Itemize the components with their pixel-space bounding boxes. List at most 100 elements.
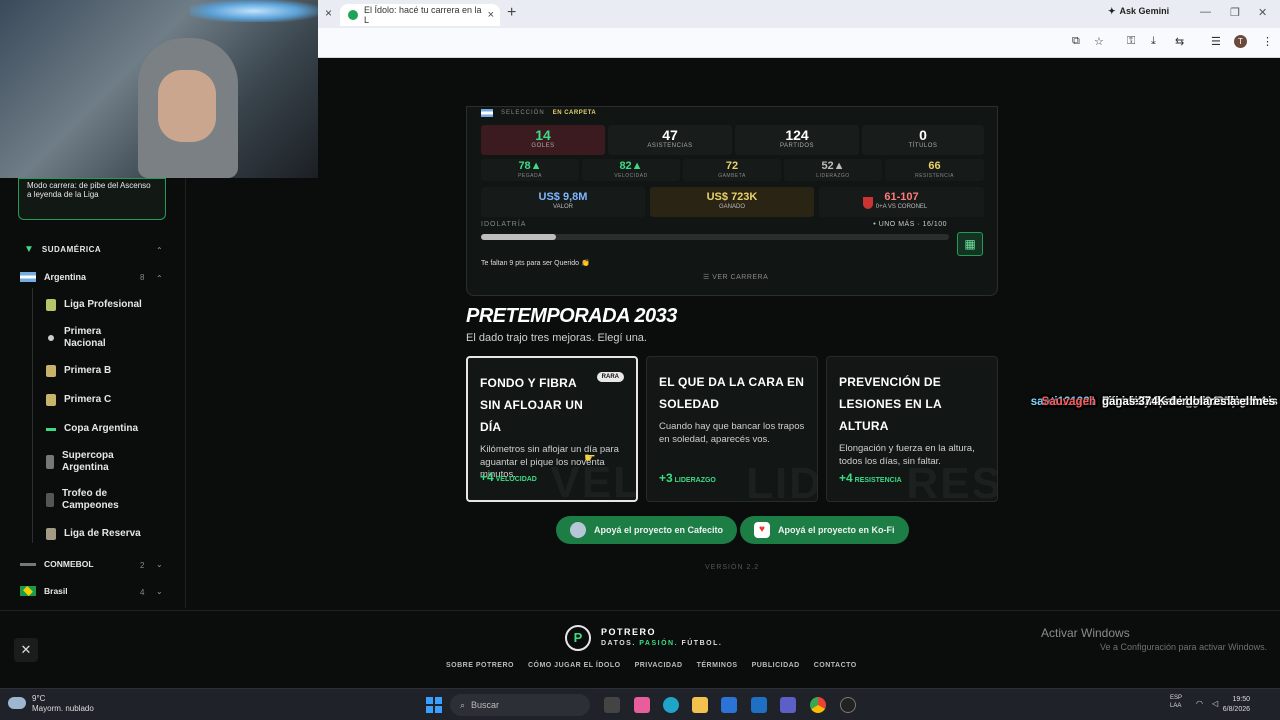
close-prev-tab-icon[interactable]: ×: [325, 6, 332, 20]
x-social-button[interactable]: ✕: [14, 638, 38, 662]
sidebar-item-primera-nacional[interactable]: Primera Nacional: [46, 326, 156, 350]
edge-icon[interactable]: [663, 697, 679, 713]
ganado-value: US$ 723K: [706, 191, 758, 203]
wifi-icon[interactable]: ◠: [1196, 699, 1203, 708]
taskbar-clock[interactable]: 19:50 6/8/2026: [1223, 695, 1250, 715]
card-bonus: +4 VELOCIDAD: [480, 470, 537, 484]
taskbar-search[interactable]: ⌕ Buscar: [450, 694, 590, 716]
file-explorer-icon[interactable]: [692, 697, 708, 713]
sidebar-item-liga-reserva[interactable]: Liga de Reserva: [46, 528, 141, 540]
bookmark-star-icon[interactable]: ☆: [1094, 35, 1104, 48]
footer-link-sobre[interactable]: SOBRE POTRERO: [446, 662, 514, 669]
restore-icon[interactable]: ❐: [1230, 6, 1240, 19]
sidebar-item-primera-c[interactable]: Primera C: [46, 394, 111, 406]
install-app-icon[interactable]: ⧉: [1072, 35, 1080, 48]
chrome-icon[interactable]: [810, 697, 826, 713]
kofi-label: Apoyá el proyecto en Ko-Fi: [778, 525, 895, 535]
footer-link-como-jugar[interactable]: CÓMO JUGAR EL ÍDOLO: [528, 662, 621, 669]
stat-partidos: 124 PARTIDOS: [735, 125, 859, 155]
browser-tab-active[interactable]: El Ídolo: hacé tu carrera en la L ×: [340, 4, 500, 26]
stat-goles: 14 GOLES: [481, 125, 605, 155]
sidebar-item-label: Primera Nacional: [64, 326, 106, 349]
sidebar-item-label: Liga de Reserva: [64, 528, 141, 539]
sidebar-item-label: Brasil: [44, 586, 68, 596]
stat-label: TÍTULOS: [908, 143, 938, 149]
tab-close-icon[interactable]: ×: [488, 9, 494, 21]
card-bonus: +4 RESISTENCIA: [839, 471, 902, 485]
volume-icon[interactable]: ◁: [1212, 699, 1218, 708]
ask-gemini-button[interactable]: ✦ Ask Gemini: [1108, 6, 1169, 17]
brasil-flag-icon: [20, 586, 36, 596]
attr-label: RESISTENCIA: [915, 173, 954, 179]
attr-velocidad: 82▲ VELOCIDAD: [582, 159, 680, 181]
footer-links: SOBRE POTRERO CÓMO JUGAR EL ÍDOLO PRIVAC…: [446, 662, 857, 669]
tagline-part: DATOS.: [601, 640, 640, 647]
tab-title: El Ídolo: hacé tu carrera en la L: [364, 5, 482, 25]
chevron-up-icon[interactable]: ⌃: [156, 246, 163, 255]
ver-carrera-link[interactable]: ☰ VER CARRERA: [703, 273, 768, 281]
sidebar: Modo carrera: de pibe del Ascenso a leye…: [0, 178, 186, 608]
upgrade-card-liderazgo[interactable]: LID EL QUE DA LA CARA EN SOLEDAD Cuando …: [646, 356, 818, 502]
liga-reserva-icon: [46, 528, 56, 540]
player-stats-card: SELECCIÓN EN CARPETA 14 GOLES 47 ASISTEN…: [466, 106, 998, 296]
chevron-down-icon[interactable]: ⌄: [156, 587, 163, 596]
stat-label: GOLES: [531, 143, 555, 149]
sidebar-item-primera-b[interactable]: Primera B: [46, 365, 111, 377]
record-label: 0+A VS CORONEL: [875, 204, 928, 210]
clock-time: 19:50: [1232, 696, 1250, 703]
windows-taskbar: 9°C Mayorm. nublado ⌕ Buscar ESP LAA ◠ ◁ …: [0, 688, 1280, 720]
career-promo-banner[interactable]: Modo carrera: de pibe del Ascenso a leye…: [18, 178, 166, 220]
card-watermark: LID: [746, 459, 818, 502]
key-icon[interactable]: ⚿: [1127, 35, 1135, 48]
download-icon[interactable]: ⤓: [1151, 35, 1156, 48]
card-description: Cuando hay que bancar los trapos en sole…: [659, 421, 805, 445]
sidebar-item-brasil[interactable]: Brasil: [20, 586, 68, 596]
sidebar-item-supercopa[interactable]: Supercopa Argentina: [46, 450, 156, 474]
stat-value: 14: [535, 127, 551, 143]
outlook-icon[interactable]: [751, 697, 767, 713]
footer-link-publicidad[interactable]: PUBLICIDAD: [752, 662, 800, 669]
window-close-icon[interactable]: ✕: [1258, 6, 1267, 19]
primera-c-icon: [46, 394, 56, 406]
attr-value: 72: [725, 160, 739, 172]
search-icon: ⌕: [460, 699, 466, 710]
copilot-icon[interactable]: [634, 697, 650, 713]
conmebol-count: 2: [140, 561, 145, 570]
store-icon[interactable]: [721, 697, 737, 713]
cafecito-button[interactable]: Apoyá el proyecto en Cafecito: [556, 516, 738, 544]
reading-list-icon[interactable]: ☰: [1211, 35, 1221, 48]
new-tab-button[interactable]: +: [507, 4, 516, 22]
footer-link-contacto[interactable]: CONTACTO: [814, 662, 857, 669]
task-view-icon[interactable]: [604, 697, 620, 713]
chevron-down-icon[interactable]: ⌄: [156, 560, 163, 569]
card-bonus: +3 LIDERAZGO: [659, 471, 716, 485]
translate-icon[interactable]: ⇆: [1175, 35, 1184, 48]
obs-icon[interactable]: [840, 697, 856, 713]
footer-link-privacidad[interactable]: PRIVACIDAD: [635, 662, 683, 669]
footer-link-terminos[interactable]: TÉRMINOS: [697, 662, 738, 669]
weather-widget[interactable]: 9°C Mayorm. nublado: [8, 694, 94, 714]
preseason-subtitle: El dado trajo tres mejoras. Elegí una.: [466, 332, 647, 344]
card-action-icon[interactable]: ▦: [957, 232, 983, 256]
sidebar-region-sudamerica[interactable]: ▼ SUDAMÉRICA: [24, 244, 101, 255]
sidebar-item-liga-profesional[interactable]: Liga Profesional: [46, 299, 142, 311]
sidebar-item-copa-argentina[interactable]: Copa Argentina: [46, 423, 138, 435]
chevron-up-icon[interactable]: ⌃: [156, 274, 163, 283]
profile-avatar[interactable]: T: [1234, 35, 1247, 48]
bonus-label: VELOCIDAD: [495, 476, 537, 483]
sidebar-item-trofeo-campeones[interactable]: Trofeo de Campeones: [46, 488, 156, 512]
browser-toolbar: [318, 28, 1280, 58]
kofi-button[interactable]: ♥ Apoyá el proyecto en Ko-Fi: [740, 516, 909, 544]
language-indicator[interactable]: ESP LAA: [1170, 694, 1182, 710]
teams-icon[interactable]: [780, 697, 796, 713]
windows-start-icon[interactable]: [426, 697, 442, 713]
upgrade-card-velocidad[interactable]: VEL RARA FONDO Y FIBRA SIN AFLOJAR UN DÍ…: [466, 356, 638, 502]
minimize-icon[interactable]: —: [1200, 6, 1211, 18]
tagline-accent: PASIÓN.: [639, 640, 679, 647]
sidebar-country-argentina[interactable]: Argentina: [20, 272, 86, 282]
sidebar-item-conmebol[interactable]: CONMEBOL: [20, 559, 94, 569]
chat-username: Sauvageh: [1041, 396, 1096, 408]
chat-text: ganas 374K de dolares a el mes: [1102, 396, 1276, 408]
upgrade-card-resistencia[interactable]: RES PREVENCIÓN DE LESIONES EN LA ALTURA …: [826, 356, 998, 502]
menu-kebab-icon[interactable]: ⋮: [1262, 35, 1273, 48]
